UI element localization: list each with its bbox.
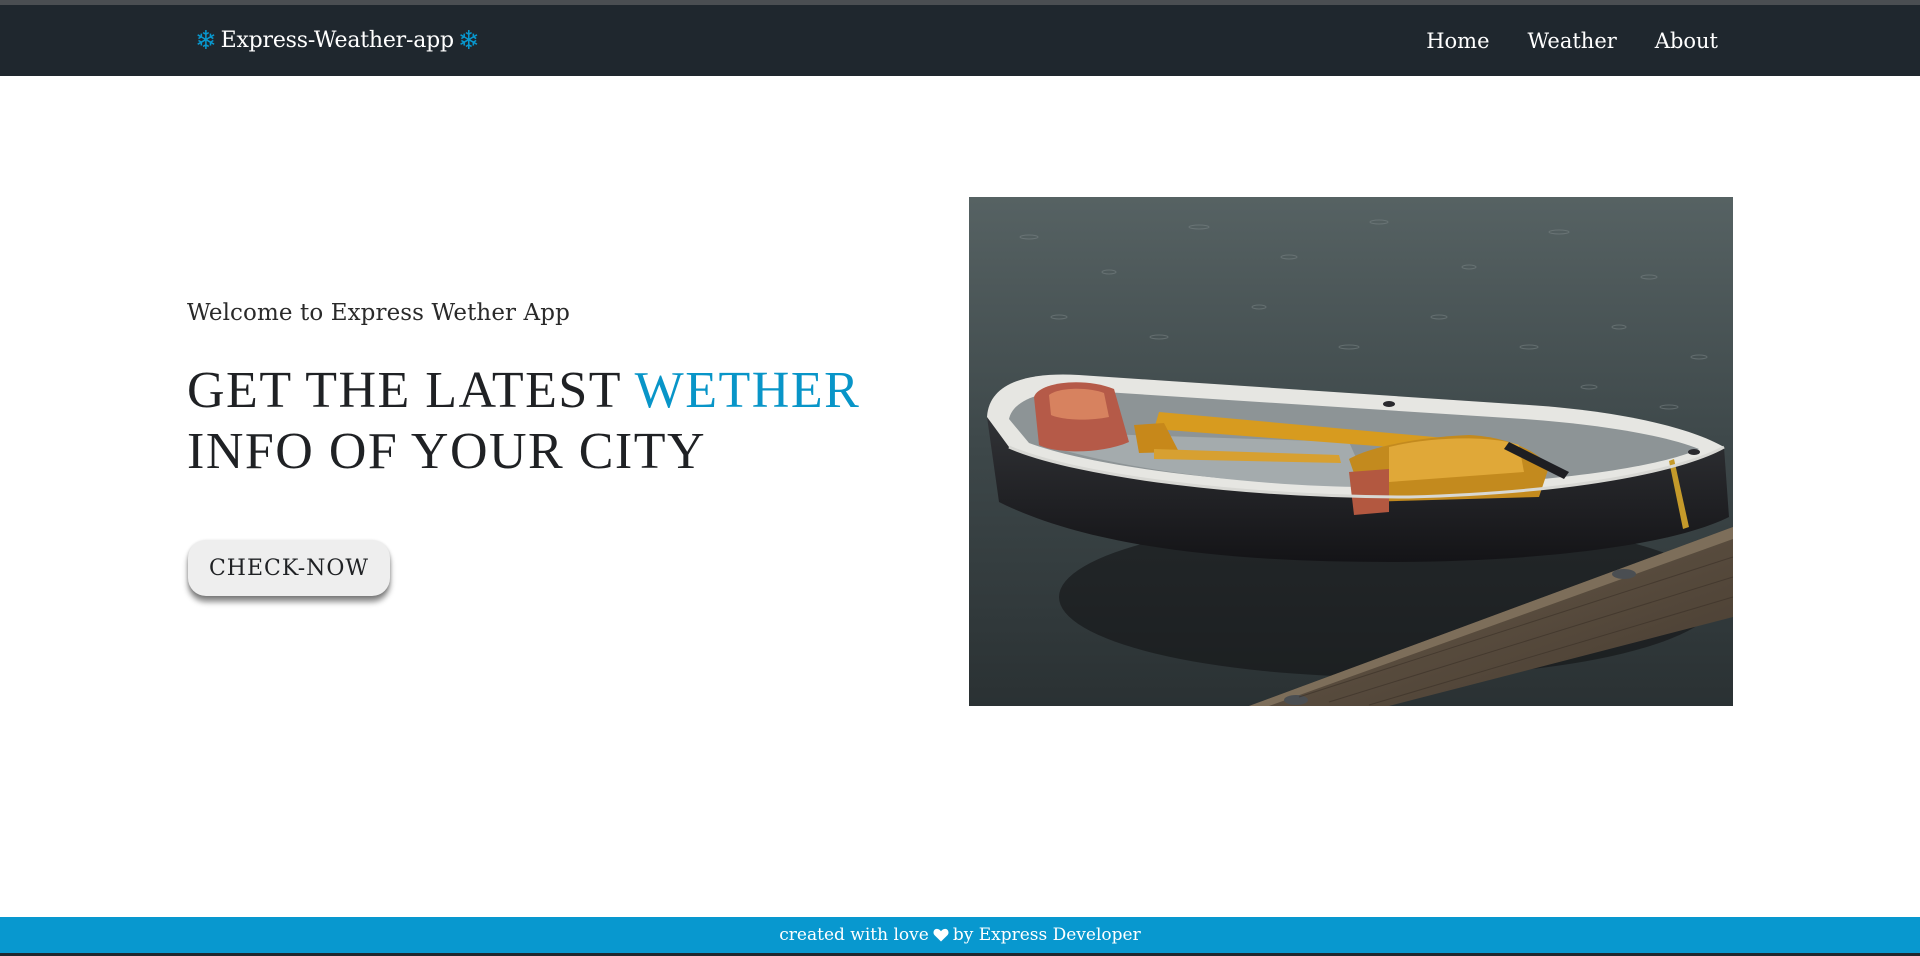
headline-accent: WETHER	[634, 362, 861, 419]
nav-links: Home Weather About	[1426, 5, 1718, 76]
footer-text-after: by Express Developer	[952, 925, 1141, 945]
footer: created with love by Express Developer	[0, 917, 1920, 953]
heart-icon	[933, 928, 949, 942]
nav-link-home[interactable]: Home	[1426, 29, 1489, 53]
boat-on-water-image	[969, 197, 1733, 706]
nav-link-weather[interactable]: Weather	[1528, 29, 1617, 53]
welcome-text: Welcome to Express Wether App	[187, 300, 570, 326]
snowflake-icon: ❄	[195, 25, 217, 56]
headline-part1: GET THE LATEST	[187, 362, 635, 419]
snowflake-icon: ❄	[457, 25, 480, 56]
brand-title: Express-Weather-app	[220, 28, 455, 53]
navbar: ❄ Express-Weather-app ❄ Home Weather Abo…	[0, 5, 1920, 76]
hero-text: Welcome to Express Wether App GET THE LA…	[187, 300, 927, 482]
headline: GET THE LATEST WETHER INFO OF YOUR CITY	[187, 360, 927, 482]
headline-part2: INFO OF YOUR CITY	[187, 423, 707, 480]
check-now-button[interactable]: CHECK-NOW	[188, 540, 390, 596]
footer-text-before: created with love	[779, 925, 929, 945]
brand[interactable]: ❄ Express-Weather-app ❄	[195, 5, 480, 76]
hero-image	[969, 197, 1733, 706]
nav-link-about[interactable]: About	[1655, 29, 1718, 53]
